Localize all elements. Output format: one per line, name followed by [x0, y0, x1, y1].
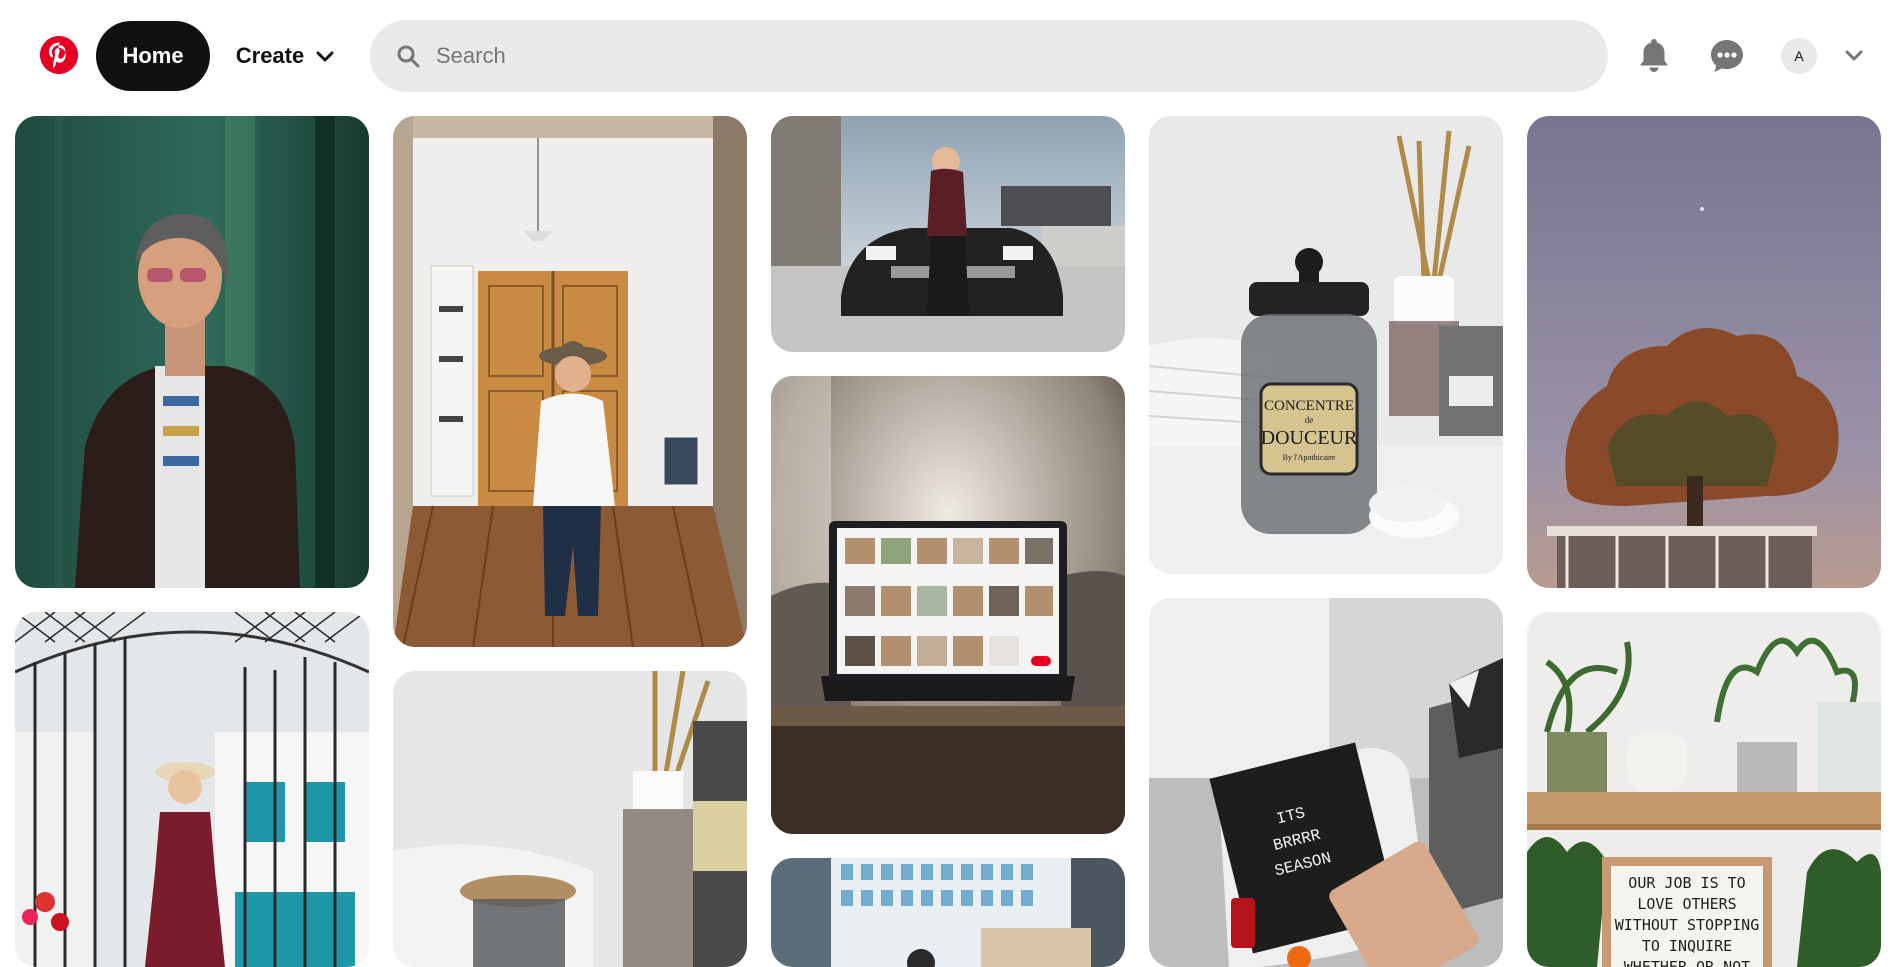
account-menu-chevron-down-icon[interactable] — [1838, 40, 1870, 72]
pin-image — [1527, 116, 1881, 588]
jar-label-line-2: de — [1305, 415, 1314, 425]
pin-image: ITS BRRRR SEASON — [1149, 598, 1503, 967]
jar-label-line-4: By l'Apothicaire — [1283, 453, 1336, 462]
pin-letterboard-desk[interactable]: ITS BRRRR SEASON — [1149, 598, 1503, 967]
pin-woman-iron-gate[interactable] — [15, 612, 369, 967]
pin-woman-doorway-hat[interactable] — [393, 116, 747, 647]
avatar-initial: A — [1794, 48, 1804, 64]
pin-woman-sports-car[interactable] — [771, 116, 1125, 352]
home-tab-label: Home — [122, 43, 184, 68]
pin-tree-dusk[interactable] — [1527, 116, 1881, 588]
pin-image — [771, 376, 1125, 834]
pin-jar-diffuser-2[interactable] — [393, 671, 747, 967]
notifications-bell-icon[interactable] — [1630, 32, 1678, 80]
pin-image — [771, 116, 1125, 352]
create-menu-label: Create — [235, 43, 305, 68]
home-tab[interactable]: Home — [96, 21, 210, 91]
pin-image — [771, 858, 1125, 967]
jar-label-line-3: DOUCEUR — [1261, 427, 1358, 449]
jar-label-line-1: CONCENTRE — [1264, 398, 1354, 414]
pin-image — [393, 116, 747, 647]
pin-man-leather-jacket[interactable] — [15, 116, 369, 588]
sign-line-1: OUR JOB IS TO — [1628, 874, 1745, 892]
pin-image — [393, 671, 747, 967]
pin-image — [15, 116, 369, 588]
pinterest-logo-icon[interactable] — [40, 36, 78, 74]
messages-chat-icon[interactable] — [1703, 32, 1751, 80]
create-menu-button[interactable]: Create — [222, 21, 348, 91]
search-input[interactable] — [436, 36, 1536, 76]
pin-image: CONCENTRE de DOUCEUR By l'Apothicaire — [1149, 116, 1503, 574]
pin-concentre-jar[interactable]: CONCENTRE de DOUCEUR By l'Apothicaire — [1149, 116, 1503, 574]
pin-image — [15, 612, 369, 967]
sign-line-3: WITHOUT STOPPING — [1615, 916, 1760, 934]
profile-avatar[interactable]: A — [1781, 38, 1817, 74]
pin-plants-shelf[interactable]: OUR JOB IS TO LOVE OTHERS WITHOUT STOPPI… — [1527, 612, 1881, 967]
chevron-down-icon — [316, 43, 334, 69]
sign-line-5: WHETHER OR NOT — [1624, 958, 1750, 967]
search-bar[interactable] — [370, 20, 1608, 92]
top-navigation-bar: Home Create A — [0, 0, 1894, 114]
pin-office-building[interactable] — [771, 858, 1125, 967]
search-icon — [396, 43, 422, 69]
sign-line-2: LOVE OTHERS — [1637, 895, 1736, 913]
sign-line-4: TO INQUIRE — [1642, 937, 1732, 955]
pin-image: OUR JOB IS TO LOVE OTHERS WITHOUT STOPPI… — [1527, 612, 1881, 967]
pin-laptop-on-desk[interactable] — [771, 376, 1125, 834]
